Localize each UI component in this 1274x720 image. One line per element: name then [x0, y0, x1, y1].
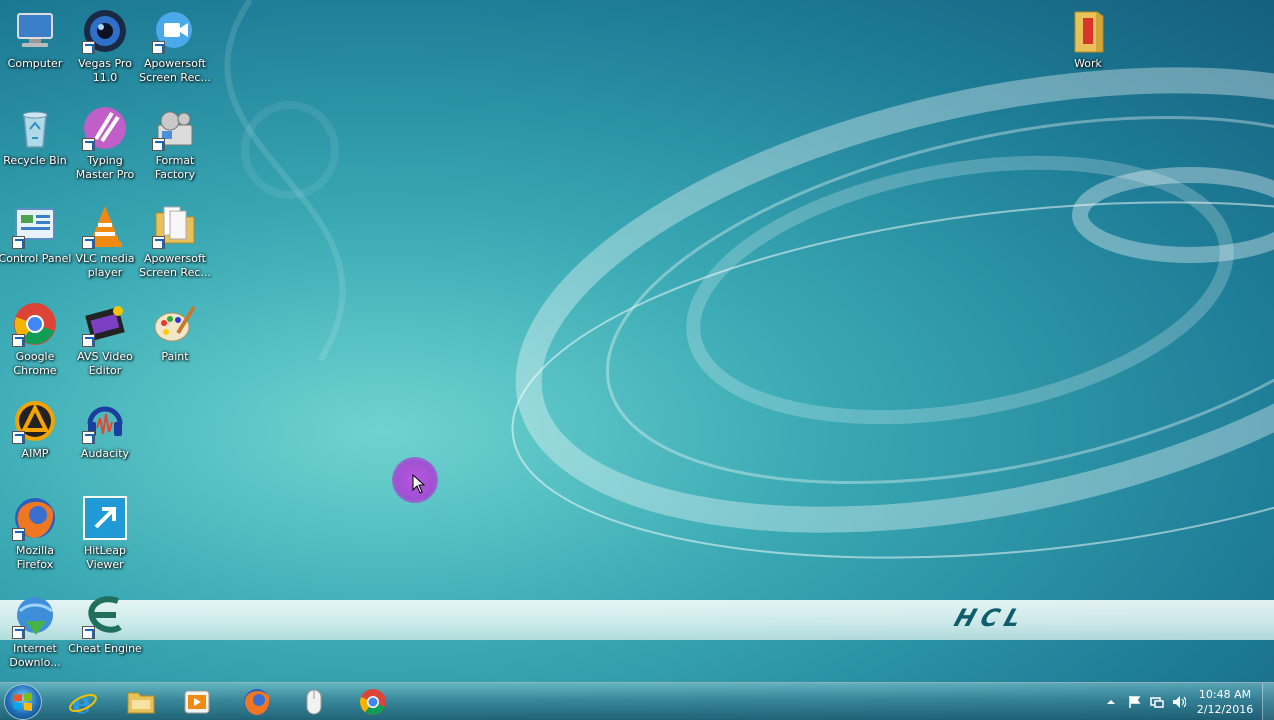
- desktop-icon-audacity[interactable]: Audacity: [70, 394, 140, 484]
- chrome-icon: [12, 301, 58, 347]
- desktop-icon-typing-master[interactable]: Typing Master Pro: [70, 101, 140, 191]
- show-desktop-button[interactable]: [1262, 683, 1274, 720]
- hcl-logo: HCL: [950, 604, 1031, 632]
- audacity-icon: [82, 398, 128, 444]
- apowersoft-recorder-icon: [152, 8, 198, 54]
- desktop-icon-recycle-bin[interactable]: Recycle Bin: [0, 101, 70, 191]
- clock-date: 2/12/2016: [1196, 703, 1254, 716]
- media-player-icon: [184, 690, 210, 714]
- windows-logo-icon: [14, 693, 32, 711]
- taskbar-mouse[interactable]: [289, 685, 339, 719]
- taskbar-internet-explorer[interactable]: e: [58, 685, 108, 719]
- typing-master-icon: [82, 105, 128, 151]
- desktop-icon-google-chrome[interactable]: Google Chrome: [0, 297, 70, 387]
- firefox-icon: [12, 495, 58, 541]
- folder-icon: [1065, 8, 1111, 54]
- desktop-icon-mozilla-firefox[interactable]: Mozilla Firefox: [0, 491, 70, 581]
- format-factory-icon: [152, 105, 198, 151]
- paint-icon: [152, 301, 198, 347]
- taskbar-chrome[interactable]: [348, 685, 398, 719]
- clock-time: 10:48 AM: [1198, 688, 1252, 701]
- internet-explorer-icon: e: [69, 687, 97, 717]
- desktop-icon-control-panel[interactable]: Control Panel: [0, 199, 71, 289]
- desktop-icon-vlc[interactable]: VLC media player: [70, 199, 140, 289]
- taskbar-media-player[interactable]: [172, 685, 222, 719]
- desktop-icon-computer[interactable]: Computer: [0, 4, 70, 94]
- vegas-pro-icon: [82, 8, 128, 54]
- network-icon[interactable]: [1150, 695, 1164, 709]
- avs-video-editor-icon: [82, 301, 128, 347]
- taskbar-file-explorer[interactable]: [116, 685, 166, 719]
- recycle-bin-icon: [12, 105, 58, 151]
- desktop-icon-format-factory[interactable]: Format Factory: [140, 101, 210, 191]
- desktop-icon-vegas-pro[interactable]: Vegas Pro 11.0: [70, 4, 140, 94]
- start-button[interactable]: [4, 684, 42, 720]
- desktop-icon-aimp[interactable]: AIMP: [0, 394, 70, 484]
- taskbar-firefox[interactable]: [232, 685, 282, 719]
- desktop-icon-paint[interactable]: Paint: [140, 297, 210, 387]
- internet-download-manager-icon: [12, 593, 58, 639]
- vlc-icon: [82, 203, 128, 249]
- hitleap-icon: [82, 495, 128, 541]
- firefox-icon: [244, 689, 270, 715]
- chrome-icon: [360, 689, 386, 715]
- desktop-icon-hitleap-viewer[interactable]: HitLeap Viewer: [70, 491, 140, 581]
- show-hidden-icons-icon[interactable]: [1105, 695, 1119, 709]
- desktop-icon-avs-video-editor[interactable]: AVS Video Editor: [70, 297, 140, 387]
- desktop-icon-apowersoft-folder[interactable]: Apowersoft Screen Rec...: [139, 199, 211, 289]
- taskbar-clock[interactable]: 10:48 AM 2/12/2016: [1194, 687, 1256, 717]
- cheat-engine-icon: [82, 593, 128, 639]
- mouse-pointer-icon: [412, 474, 426, 494]
- action-center-flag-icon[interactable]: [1127, 695, 1141, 709]
- file-explorer-icon: [127, 692, 155, 714]
- control-panel-icon: [12, 203, 58, 249]
- desktop-icon-cheat-engine[interactable]: Cheat Engine: [68, 589, 142, 679]
- aimp-icon: [12, 398, 58, 444]
- desktop-icon-internet-download-manager[interactable]: Internet Downlo...: [0, 589, 70, 679]
- desktop-icon-work-folder[interactable]: Work: [1053, 4, 1123, 94]
- apowersoft-folder-icon: [152, 203, 198, 249]
- computer-icon: [12, 8, 58, 54]
- volume-icon[interactable]: [1172, 695, 1186, 709]
- mouse-icon: [306, 689, 322, 715]
- desktop-icon-apowersoft-recorder[interactable]: Apowersoft Screen Rec...: [139, 4, 211, 94]
- taskbar: e 10:48 AM 2/12/2016: [0, 682, 1274, 720]
